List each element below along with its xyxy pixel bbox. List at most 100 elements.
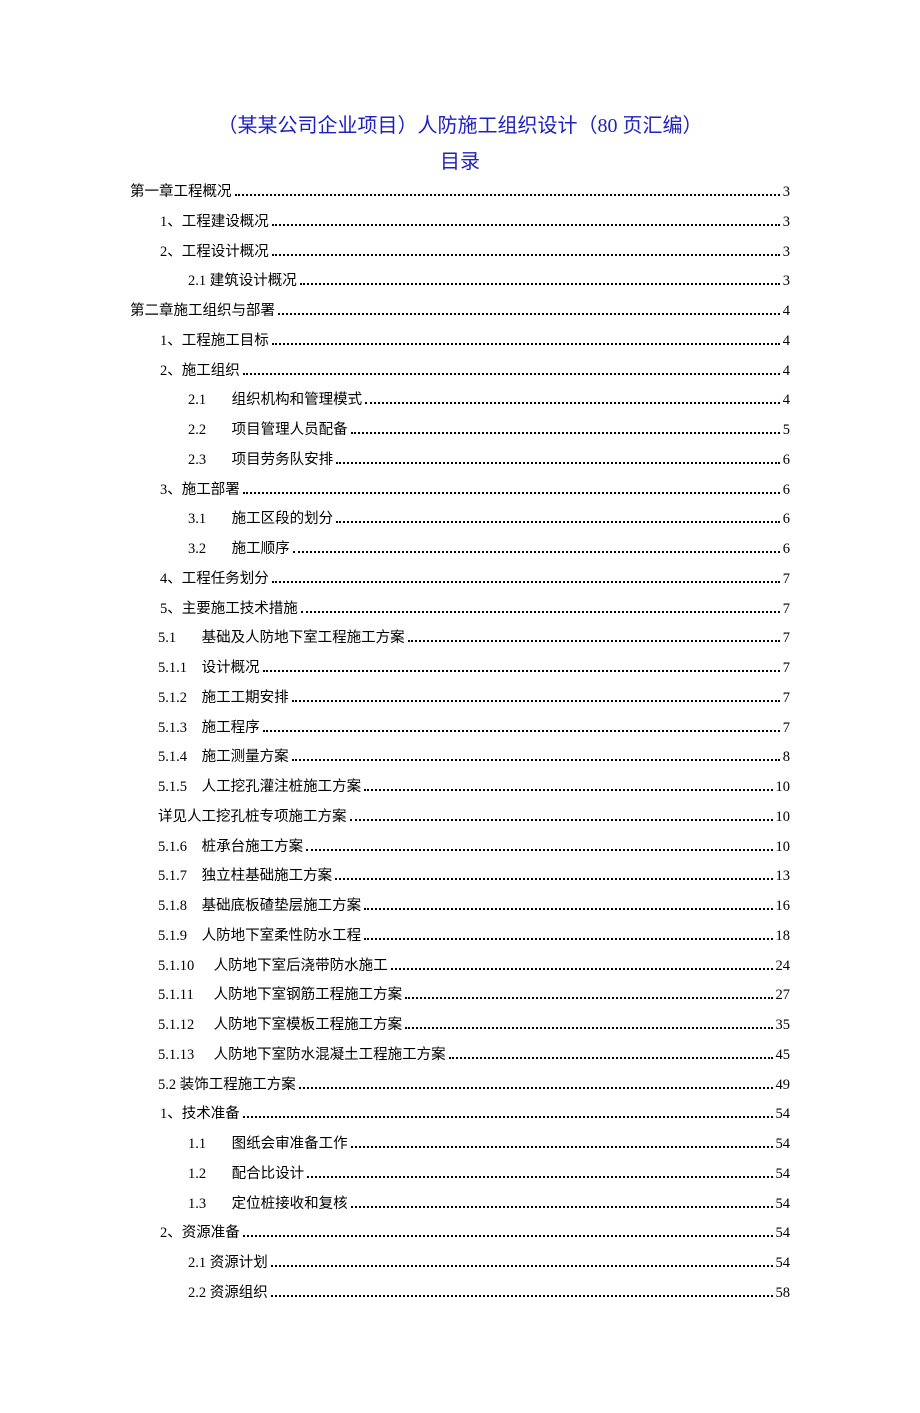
toc-entry: 1、工程建设概况3 xyxy=(130,212,790,234)
toc-entry-number: 2.2 xyxy=(188,420,228,442)
toc-entry-number: 5.1.2 xyxy=(158,688,198,710)
toc-entry-number: 3.2 xyxy=(188,539,228,561)
toc-entry-label: 2.1 建筑设计概况 xyxy=(188,271,297,293)
toc-leader-dots xyxy=(351,424,780,434)
toc-entry: 5.1.13 人防地下室防水混凝土工程施工方案45 xyxy=(130,1045,790,1067)
toc-entry-text: 项目劳务队安排 xyxy=(232,452,334,468)
toc-entry-label: 1、工程建设概况 xyxy=(160,212,269,234)
toc-entry: 1.2 配合比设计54 xyxy=(130,1164,790,1186)
toc-entry-page: 7 xyxy=(783,599,790,621)
toc-entry: 5.1.7 独立柱基础施工方案13 xyxy=(130,866,790,888)
toc-entry-page: 7 xyxy=(783,628,790,650)
toc-entry-label: 5.1.6 桩承台施工方案 xyxy=(158,837,303,859)
toc-entry: 2.1 资源计划54 xyxy=(130,1253,790,1275)
toc-entry: 1、技术准备54 xyxy=(130,1104,790,1126)
toc-entry-page: 4 xyxy=(783,361,790,383)
toc-leader-dots xyxy=(336,454,780,464)
toc-entry-page: 3 xyxy=(783,242,790,264)
toc-entry-text: 2.1 资源计划 xyxy=(188,1255,268,1271)
toc-entry-label: 3、施工部署 xyxy=(160,480,240,502)
toc-entry-label: 1.1 图纸会审准备工作 xyxy=(188,1134,348,1156)
toc-entry: 4、工程任务划分 7 xyxy=(130,569,790,591)
toc-entry: 5.1.4 施工测量方案8 xyxy=(130,747,790,769)
toc-entry-number: 5.1.5 xyxy=(158,777,198,799)
toc-entry-number: 5.1.3 xyxy=(158,718,198,740)
toc-entry-label: 1.2 配合比设计 xyxy=(188,1164,304,1186)
toc-entry: 第一章工程概况3 xyxy=(130,182,790,204)
toc-leader-dots xyxy=(243,1108,773,1118)
toc-entry: 详见人工挖孔桩专项施工方案10 xyxy=(130,807,790,829)
toc-entry-text: 组织机构和管理模式 xyxy=(232,392,363,408)
toc-entry-page: 49 xyxy=(776,1075,791,1097)
toc-entry-text: 2.1 建筑设计概况 xyxy=(188,273,297,289)
toc-entry-number: 5.1.1 xyxy=(158,658,198,680)
toc-leader-dots xyxy=(306,840,772,850)
toc-entry-label: 2.3 项目劳务队安排 xyxy=(188,450,333,472)
toc-entry-text: 详见人工挖孔桩专项施工方案 xyxy=(158,809,347,825)
toc-entry-text: 第一章工程概况 xyxy=(130,184,232,200)
toc-entry-text: 1、技术准备 xyxy=(160,1106,240,1122)
toc-entry-label: 4、工程任务划分 xyxy=(160,569,269,591)
toc-entry-text: 人防地下室模板工程施工方案 xyxy=(214,1017,403,1033)
toc-entry: 5.1.2 施工工期安排7 xyxy=(130,688,790,710)
toc-entry: 5.1.12 人防地下室模板工程施工方案 35 xyxy=(130,1015,790,1037)
toc-entry-text: 人工挖孔灌注桩施工方案 xyxy=(202,779,362,795)
toc-entry-page: 24 xyxy=(776,956,791,978)
toc-leader-dots xyxy=(235,186,780,196)
toc-entry-page: 10 xyxy=(776,777,791,799)
toc-entry: 5.1.8 基础底板碴垫层施工方案16 xyxy=(130,896,790,918)
toc-entry: 2.2 项目管理人员配备5 xyxy=(130,420,790,442)
toc-entry: 5.1.10 人防地下室后浇带防水施工24 xyxy=(130,956,790,978)
toc-leader-dots xyxy=(350,811,773,821)
toc-entry: 5.1 基础及人防地下室工程施工方案7 xyxy=(130,628,790,650)
toc-leader-dots xyxy=(449,1049,773,1059)
toc-entry-text: 定位桩接收和复核 xyxy=(232,1196,348,1212)
toc-entry-page: 58 xyxy=(776,1283,791,1305)
toc-entry-text: 施工顺序 xyxy=(232,541,290,557)
toc-entry-page: 35 xyxy=(776,1015,791,1037)
toc-entry-page: 5 xyxy=(783,420,790,442)
toc-entry-label: 5.1.11 人防地下室钢筋工程施工方案 xyxy=(158,985,402,1007)
toc-entry: 1.3 定位桩接收和复核54 xyxy=(130,1194,790,1216)
toc-leader-dots xyxy=(272,245,780,255)
toc-entry: 2.3 项目劳务队安排 6 xyxy=(130,450,790,472)
toc-entry-label: 2、施工组织 xyxy=(160,361,240,383)
toc-entry-text: 人防地下室防水混凝土工程施工方案 xyxy=(214,1047,446,1063)
toc-entry: 2、工程设计概况 3 xyxy=(130,242,790,264)
toc-entry-page: 4 xyxy=(783,390,790,412)
toc-leader-dots xyxy=(271,1257,773,1267)
toc-leader-dots xyxy=(271,1287,773,1297)
toc-entry-page: 6 xyxy=(783,509,790,531)
toc-entry-label: 5.1.2 施工工期安排 xyxy=(158,688,289,710)
toc-entry: 2.1 组织机构和管理模式4 xyxy=(130,390,790,412)
toc-entry-label: 5.1.12 人防地下室模板工程施工方案 xyxy=(158,1015,402,1037)
toc-leader-dots xyxy=(263,662,780,672)
toc-entry-text: 2、施工组织 xyxy=(160,363,240,379)
toc-entry: 2、施工组织 4 xyxy=(130,361,790,383)
toc-leader-dots xyxy=(243,364,780,374)
toc-entry-text: 4、工程任务划分 xyxy=(160,571,269,587)
toc-entry-text: 人防地下室钢筋工程施工方案 xyxy=(214,987,403,1003)
toc-entry-label: 3.2 施工顺序 xyxy=(188,539,290,561)
toc-leader-dots xyxy=(405,989,772,999)
toc-entry-page: 10 xyxy=(776,837,791,859)
toc-entry: 2、资源准备54 xyxy=(130,1223,790,1245)
toc-leader-dots xyxy=(336,513,780,523)
toc-entry: 2.2 资源组织58 xyxy=(130,1283,790,1305)
toc-entry-number: 5.1.12 xyxy=(158,1015,210,1037)
toc-entry-page: 13 xyxy=(776,866,791,888)
toc-entry-number: 5.1.7 xyxy=(158,866,198,888)
toc-leader-dots xyxy=(408,632,780,642)
toc-entry-page: 7 xyxy=(783,569,790,591)
toc-entry-page: 8 xyxy=(783,747,790,769)
toc-entry-label: 5.1.5 人工挖孔灌注桩施工方案 xyxy=(158,777,361,799)
toc-entry-page: 18 xyxy=(776,926,791,948)
toc-entry: 3、施工部署6 xyxy=(130,480,790,502)
toc-entry-page: 6 xyxy=(783,450,790,472)
toc-entry-page: 3 xyxy=(783,271,790,293)
toc-entry-number: 5.1.9 xyxy=(158,926,198,948)
toc-entry-label: 2、工程设计概况 xyxy=(160,242,269,264)
toc-entry-page: 54 xyxy=(776,1223,791,1245)
toc-entry-label: 5.2 装饰工程施工方案 xyxy=(158,1075,296,1097)
toc-entry-page: 4 xyxy=(783,331,790,353)
